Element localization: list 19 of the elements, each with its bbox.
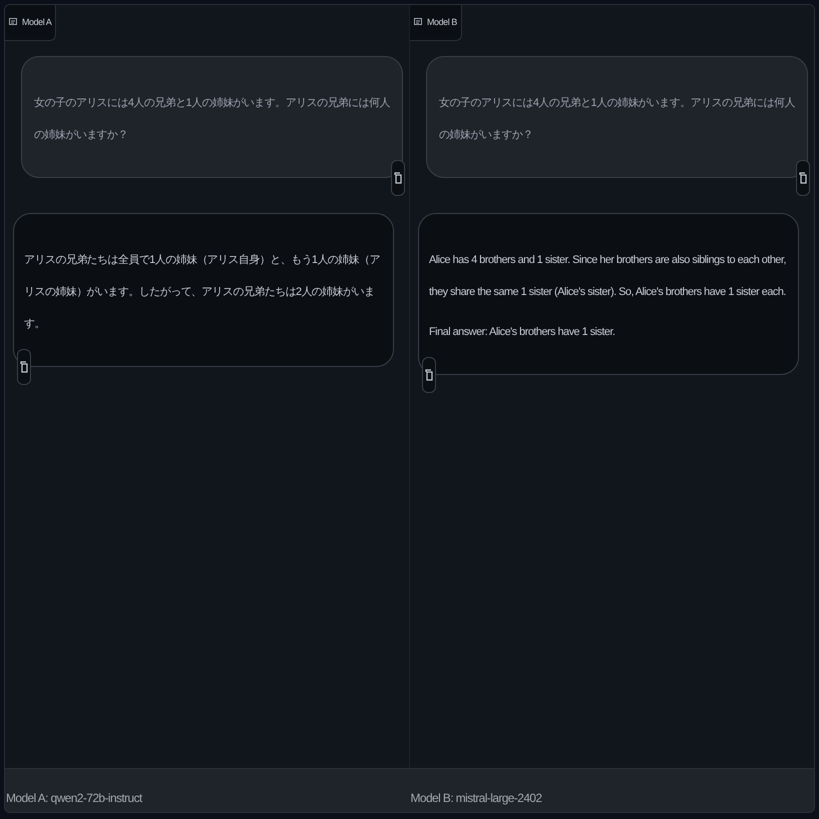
message-text: 女の子のアリスには4人の兄弟と1人の姉妹がいます。アリスの兄弟には何人の姉妹がいますか？ (439, 96, 795, 143)
copy-button[interactable] (796, 160, 810, 196)
copy-button[interactable] (17, 349, 31, 385)
chatbot-label: Model A (5, 5, 56, 41)
copy-icon (799, 172, 807, 184)
copy-icon (394, 172, 402, 184)
chatbot-label: Model B (410, 5, 462, 41)
copy-icon (20, 361, 28, 373)
chat-icon (9, 18, 17, 27)
message-text: 女の子のアリスには4人の兄弟と1人の姉妹がいます。アリスの兄弟には何人の姉妹がいますか？ (34, 96, 390, 143)
model-name: Model A: qwen2-72b-instruct (6, 790, 142, 804)
message-text: Alice has 4 brothers and 1 sister. Since her brothers are also siblings to each other, they share the same 1 sister (Alice's sister). So, Alice's brothers have 1 sister each. (429, 253, 787, 300)
model-name: Model B: mistral-large-2402 (410, 790, 542, 804)
chat-icon (414, 18, 422, 27)
copy-icon (425, 369, 433, 381)
message-text: Final answer: Alice's brothers have 1 sister. (429, 325, 616, 340)
copy-button[interactable] (422, 357, 436, 393)
message-text: アリスの兄弟たちは全員で1人の姉妹（アリス自身）と、もう1人の姉妹（アリスの姉妹）がいます。したがって、アリスの兄弟たちは2人の姉妹がいます。 (24, 253, 381, 332)
copy-button[interactable] (391, 160, 405, 196)
